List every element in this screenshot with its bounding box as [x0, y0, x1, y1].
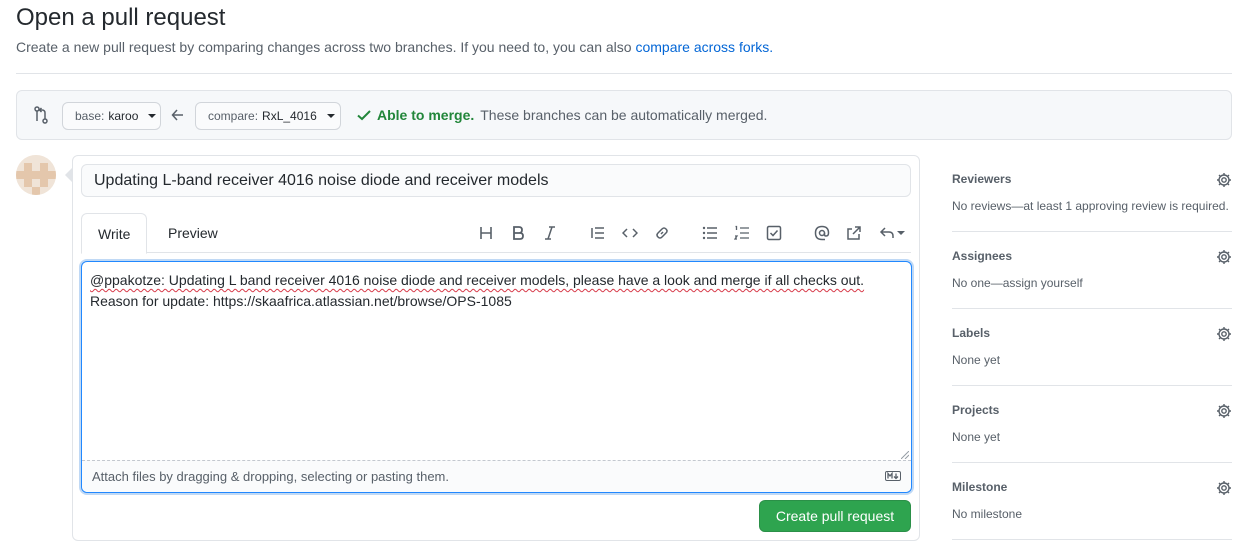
avatar[interactable]: [16, 155, 56, 195]
gear-icon[interactable]: [1216, 403, 1232, 419]
create-pull-request-button[interactable]: Create pull request: [759, 500, 911, 532]
mention-icon[interactable]: [811, 222, 833, 244]
gear-icon[interactable]: [1216, 480, 1232, 496]
comment-body-line-2: Reason for update: https://skaafrica.atl…: [90, 293, 512, 309]
comment-body-text[interactable]: @ppakotze: Updating L band receiver 4016…: [90, 270, 902, 312]
page-title: Open a pull request: [16, 4, 226, 31]
task-list-icon[interactable]: [763, 222, 785, 244]
identicon-icon: [16, 155, 56, 195]
check-icon: [357, 110, 371, 121]
sidebar-heading[interactable]: Reviewers: [952, 172, 1011, 186]
page-subtitle-text: Create a new pull request by comparing c…: [16, 39, 636, 55]
merge-status-text: These branches can be automatically merg…: [480, 107, 768, 123]
merge-status: Able to merge. These branches can be aut…: [357, 107, 767, 123]
gear-icon[interactable]: [1216, 172, 1232, 188]
italic-icon[interactable]: [539, 222, 561, 244]
sidebar-value[interactable]: No one—assign yourself: [952, 276, 1083, 290]
gear-icon[interactable]: [1216, 326, 1232, 342]
comment-body-line-1: @ppakotze: Updating L band receiver 4016…: [90, 272, 865, 288]
base-branch-prefix: base:: [75, 109, 105, 123]
pull-request-title-input[interactable]: [81, 164, 911, 197]
chevron-down-icon: [897, 231, 905, 235]
sidebar-assignees: Assignees No one—assign yourself: [952, 232, 1232, 309]
chevron-down-icon: [326, 114, 335, 118]
divider: [16, 73, 1232, 74]
file-attachment-bar[interactable]: Attach files by dragging & dropping, sel…: [82, 460, 911, 492]
sidebar-heading[interactable]: Labels: [952, 326, 990, 340]
sidebar-milestone: Milestone No milestone: [952, 463, 1232, 540]
page-subtitle: Create a new pull request by comparing c…: [16, 39, 773, 55]
bold-icon[interactable]: [507, 222, 529, 244]
sidebar-projects: Projects None yet: [952, 386, 1232, 463]
sidebar-heading[interactable]: Milestone: [952, 480, 1007, 494]
code-icon[interactable]: [619, 222, 641, 244]
pull-request-composer: Write Preview: [65, 155, 920, 541]
sidebar-labels: Labels None yet: [952, 309, 1232, 386]
compare-branch-prefix: compare:: [208, 109, 259, 123]
saved-reply-icon[interactable]: [877, 222, 907, 244]
tab-write[interactable]: Write: [81, 213, 148, 254]
compare-branch-name: RxL_4016: [262, 109, 317, 123]
editor-tabs: Write Preview: [81, 213, 911, 254]
quote-icon[interactable]: [587, 222, 609, 244]
base-branch-name: karoo: [108, 109, 139, 123]
compare-across-forks-link[interactable]: compare across forks.: [635, 39, 773, 55]
chevron-down-icon: [148, 114, 157, 118]
sidebar-heading[interactable]: Projects: [952, 403, 999, 417]
branch-range-bar: base: karoo compare: RxL_4016 Able to me…: [16, 90, 1232, 140]
arrow-left-icon: [171, 109, 183, 121]
sidebar-value: No reviews—at least 1 approving review i…: [952, 199, 1229, 213]
gear-icon[interactable]: [1216, 249, 1232, 265]
cross-reference-icon[interactable]: [843, 222, 865, 244]
compare-branch-button[interactable]: compare: RxL_4016: [195, 102, 341, 130]
sidebar-value: None yet: [952, 430, 1001, 444]
numbered-list-icon[interactable]: [731, 222, 753, 244]
sidebar-heading[interactable]: Assignees: [952, 249, 1012, 263]
comment-body-field[interactable]: @ppakotze: Updating L band receiver 4016…: [81, 261, 912, 493]
merge-status-ok: Able to merge.: [377, 107, 475, 123]
markdown-icon[interactable]: [885, 471, 901, 481]
sidebar-value: None yet: [952, 353, 1001, 367]
link-icon[interactable]: [651, 222, 673, 244]
compare-icon: [34, 106, 48, 124]
bulleted-list-icon[interactable]: [699, 222, 721, 244]
base-branch-button[interactable]: base: karoo: [62, 102, 161, 130]
heading-icon[interactable]: [475, 222, 497, 244]
sidebar-value: No milestone: [952, 507, 1023, 521]
sidebar-reviewers: Reviewers No reviews—at least 1 approvin…: [952, 155, 1232, 232]
tab-preview[interactable]: Preview: [152, 213, 234, 253]
resize-grip-icon[interactable]: [901, 451, 909, 459]
attach-files-text: Attach files by dragging & dropping, sel…: [92, 469, 449, 484]
